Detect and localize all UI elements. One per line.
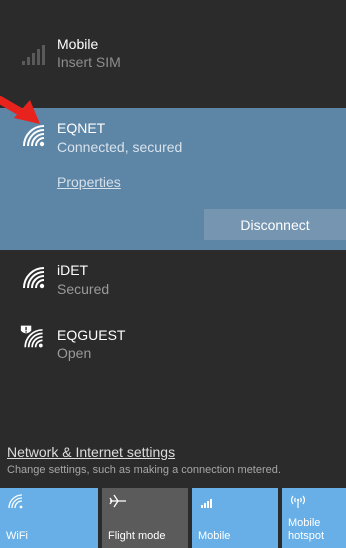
quick-action-label: Mobile hotspot — [288, 517, 325, 542]
quick-action-label: Flight mode — [108, 530, 166, 542]
network-name: iDET — [57, 262, 89, 278]
quick-action-mobile[interactable]: Mobile — [192, 488, 278, 548]
network-status: Open — [57, 345, 92, 361]
network-status: Insert SIM — [57, 54, 121, 70]
disconnect-button[interactable]: Disconnect — [204, 209, 346, 240]
network-status: Secured — [57, 281, 110, 297]
quick-actions: WiFi Flight mode Mobile Mobile hotspot — [0, 488, 346, 548]
properties-link[interactable]: Properties — [57, 174, 121, 190]
network-item-eqnet[interactable]: EQNET Connected, secured Properties Disc… — [0, 108, 346, 250]
network-status: Connected, secured — [57, 139, 183, 155]
cellular-signal-icon — [201, 499, 212, 508]
quick-action-mobile-hotspot[interactable]: Mobile hotspot — [282, 488, 346, 548]
network-item-mobile[interactable]: Mobile Insert SIM — [0, 22, 346, 82]
network-name: EQNET — [57, 120, 106, 136]
network-flyout: Mobile Insert SIM EQNET Connected, secur… — [0, 0, 346, 548]
wifi-icon — [23, 267, 45, 289]
red-arrow-icon — [0, 96, 40, 124]
wifi-icon — [8, 494, 23, 509]
network-name: Mobile — [57, 36, 99, 52]
hotspot-icon — [290, 495, 306, 508]
quick-action-label: Mobile — [198, 530, 231, 542]
quick-action-wifi[interactable]: WiFi — [0, 488, 98, 548]
quick-action-flight-mode[interactable]: Flight mode — [102, 488, 188, 548]
wifi-warning-icon — [20, 325, 43, 348]
network-item-eqguest[interactable]: EQGUEST Open — [0, 317, 346, 367]
network-item-idet[interactable]: iDET Secured — [0, 256, 346, 306]
airplane-icon — [109, 494, 126, 508]
network-settings-link[interactable]: Network & Internet settings — [7, 444, 175, 460]
cellular-signal-icon — [22, 45, 45, 65]
network-settings-description: Change settings, such as making a connec… — [7, 464, 281, 476]
quick-action-label: WiFi — [6, 530, 28, 542]
network-name: EQGUEST — [57, 327, 126, 343]
